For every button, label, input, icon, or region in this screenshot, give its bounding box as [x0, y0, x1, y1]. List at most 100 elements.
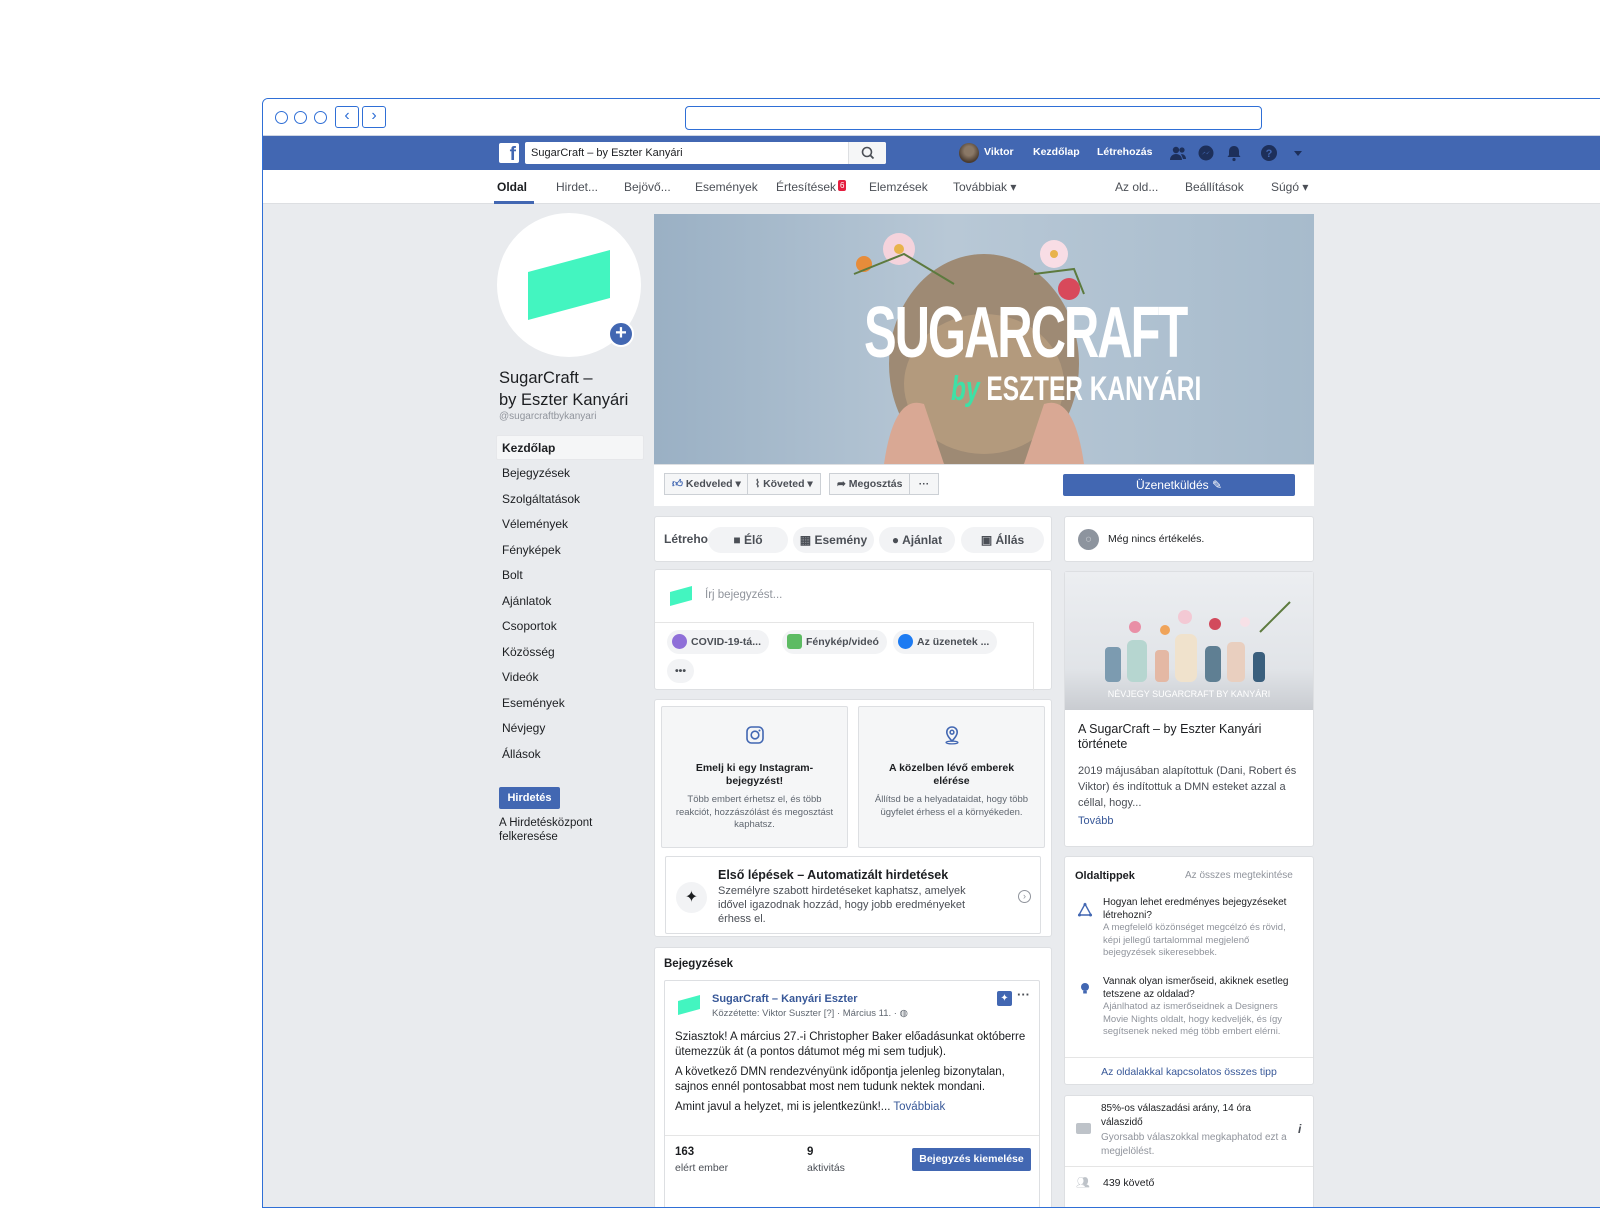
location-pin-icon — [944, 726, 959, 745]
cover-by-name: ESZTER KANYÁRI — [986, 370, 1202, 408]
job-button[interactable]: ▣ Állás — [961, 527, 1044, 553]
profile-link[interactable]: Viktor — [984, 146, 1014, 158]
tip-1-desc: A megfelelő közönséget megcélzó és rövid… — [1103, 922, 1286, 958]
covid-support-button[interactable]: COVID-19-tá... — [667, 630, 770, 654]
posts-section: Bejegyzések SugarCraft – Kanyári Eszter … — [654, 947, 1052, 1207]
promotions-card: Emelj ki egy Instagram-bejegyzést! Több … — [654, 699, 1052, 937]
sidebar-item-shop[interactable]: Bolt — [502, 568, 523, 582]
tab-settings[interactable]: Beállítások — [1185, 180, 1244, 194]
like-button[interactable]: 👍︎ Kedveled ▾ — [664, 473, 749, 495]
sidebar-item-events[interactable]: Események — [502, 696, 565, 710]
ad-center-link[interactable]: A Hirdetésközpont felkeresése — [499, 816, 619, 844]
search-input[interactable]: SugarCraft – by Eszter Kanyári — [525, 142, 886, 164]
messenger-icon[interactable] — [1197, 144, 1215, 162]
tab-notifications[interactable]: Értesítések 6 — [776, 180, 847, 194]
back-icon[interactable]: ‹ — [335, 106, 359, 128]
offer-button[interactable]: ● Ajánlat — [879, 527, 955, 553]
tip-2-title[interactable]: Vannak olyan ismerőseid, akiknek esetleg… — [1103, 976, 1293, 1001]
sidebar-item-jobs[interactable]: Állások — [502, 747, 541, 761]
search-icon — [861, 146, 875, 160]
forward-icon[interactable]: › — [362, 106, 386, 128]
tab-notifications-label: Értesítések — [776, 180, 837, 194]
story-body: 2019 májusában alapítottuk (Dani, Robert… — [1078, 765, 1297, 809]
friends-icon[interactable] — [1169, 144, 1187, 162]
create-link[interactable]: Létrehozás — [1097, 146, 1152, 158]
add-profile-photo-icon[interactable]: + — [608, 321, 634, 347]
photo-video-button[interactable]: Fénykép/videó — [782, 630, 887, 654]
info-icon[interactable]: i — [1298, 1122, 1301, 1136]
messenger-icon — [898, 634, 913, 649]
story-more-link[interactable]: Tovább — [1078, 815, 1113, 827]
live-button-label: Élő — [743, 533, 763, 547]
post-author[interactable]: SugarCraft – Kanyári Eszter — [712, 993, 858, 1005]
home-link[interactable]: Kezdőlap — [1033, 146, 1080, 158]
composer-more-button[interactable]: ••• — [667, 659, 695, 683]
page-username[interactable]: @sugarcraftbykanyari — [499, 411, 596, 422]
address-bar[interactable] — [685, 106, 1262, 130]
post-options-icon[interactable]: ··· — [1017, 987, 1030, 1002]
post-see-more-link[interactable]: Továbbiak — [893, 1101, 945, 1113]
tip-1-title[interactable]: Hogyan lehet eredményes bejegyzéseket lé… — [1103, 897, 1293, 922]
search-button[interactable] — [848, 142, 886, 164]
post-meta-text: Közzétette: Viktor Suszter [?] · Március… — [712, 1008, 897, 1019]
tab-events[interactable]: Események — [695, 180, 758, 194]
triangle-network-icon — [1077, 902, 1093, 917]
notifications-bell-icon[interactable] — [1225, 144, 1243, 162]
boost-post-button[interactable]: Bejegyzés kiemelése — [912, 1148, 1031, 1171]
sidebar-item-videos[interactable]: Videók — [502, 670, 538, 684]
send-message-button[interactable]: Üzenetküldés ✎ — [1063, 474, 1295, 496]
page-title: SugarCraft – by Eszter Kanyári — [499, 367, 649, 411]
sidebar-item-services[interactable]: Szolgáltatások — [502, 492, 580, 506]
more-actions-button[interactable]: ··· — [909, 473, 939, 495]
post-meta: Közzétette: Viktor Suszter [?] · Március… — [712, 1008, 908, 1019]
help-icon[interactable]: ? — [1260, 144, 1278, 162]
facebook-logo-icon[interactable]: f — [499, 143, 519, 163]
notifications-badge: 6 — [838, 180, 847, 191]
about-photo[interactable]: NÉVJEGY SUGARCRAFT BY KANYÁRI — [1065, 572, 1313, 710]
see-all-tips-link[interactable]: Az összes megtekintése — [1185, 870, 1293, 881]
sidebar-item-home[interactable]: Kezdőlap — [502, 441, 555, 455]
cover-photo[interactable]: SUGARCRAFT by ESZTER KANYÁRI — [654, 214, 1314, 464]
sidebar-item-reviews[interactable]: Vélemények — [502, 517, 568, 531]
response-hint: Gyorsabb válaszokkal megkaphatod ezt a m… — [1101, 1132, 1287, 1157]
account-menu-chevron-icon[interactable] — [1289, 144, 1307, 162]
live-button[interactable]: ■ Élő — [708, 527, 788, 553]
window-close-dot[interactable] — [275, 111, 288, 124]
composer-input[interactable]: Írj bejegyzést... — [705, 589, 782, 601]
sidebar-item-posts[interactable]: Bejegyzések — [502, 466, 570, 480]
window-minimize-dot[interactable] — [294, 111, 307, 124]
tab-page[interactable]: Oldal — [497, 180, 527, 194]
sidebar-item-groups[interactable]: Csoportok — [502, 619, 557, 633]
event-button[interactable]: ▦ Esemény — [793, 527, 874, 553]
post-author-avatar[interactable] — [678, 995, 700, 1015]
rss-icon: ⌇ — [755, 478, 761, 490]
share-button[interactable]: ➦ Megosztás — [829, 473, 911, 495]
reach-label: elért ember — [675, 1162, 729, 1174]
sidebar-item-offers[interactable]: Ajánlatok — [502, 594, 551, 608]
about-photo-caption: NÉVJEGY SUGARCRAFT BY KANYÁRI — [1107, 689, 1271, 699]
video-camera-icon: ■ — [733, 533, 741, 547]
svg-text:?: ? — [1266, 148, 1273, 160]
all-page-tips-link[interactable]: Az oldalakkal kapcsolatos összes tipp — [1065, 1066, 1313, 1078]
sidebar-item-photos[interactable]: Fényképek — [502, 543, 561, 557]
tab-ads[interactable]: Hirdet... — [556, 180, 598, 194]
tab-about-page[interactable]: Az old... — [1115, 180, 1158, 194]
avatar[interactable] — [959, 143, 979, 163]
instagram-promo[interactable]: Emelj ki egy Instagram-bejegyzést! Több … — [661, 706, 848, 848]
sidebar-item-about[interactable]: Névjegy — [502, 721, 545, 735]
tab-more[interactable]: Továbbiak ▾ — [953, 180, 1016, 194]
tab-insights[interactable]: Elemzések — [869, 180, 928, 194]
sidebar-item-community[interactable]: Közösség — [502, 645, 555, 659]
tab-help[interactable]: Súgó ▾ — [1271, 180, 1308, 194]
pin-icon[interactable]: ✦ — [997, 991, 1012, 1006]
posts-header: Bejegyzések — [664, 958, 734, 970]
automated-ads-card[interactable]: ✦ Első lépések – Automatizált hirdetések… — [665, 856, 1041, 934]
messages-button[interactable]: Az üzenetek ... — [893, 630, 998, 654]
follow-button[interactable]: ⌇ Követed ▾ — [747, 473, 821, 495]
window-maximize-dot[interactable] — [314, 111, 327, 124]
tab-inbox[interactable]: Bejövő... — [624, 180, 671, 194]
promote-button[interactable]: Hirdetés — [499, 787, 560, 809]
composer-scroll-divider — [1033, 622, 1034, 691]
local-reach-promo[interactable]: A közelben lévő emberek elérése Állítsd … — [858, 706, 1045, 848]
page-tabs-bar: Oldal Hirdet... Bejövő... Események Érte… — [263, 170, 1600, 204]
